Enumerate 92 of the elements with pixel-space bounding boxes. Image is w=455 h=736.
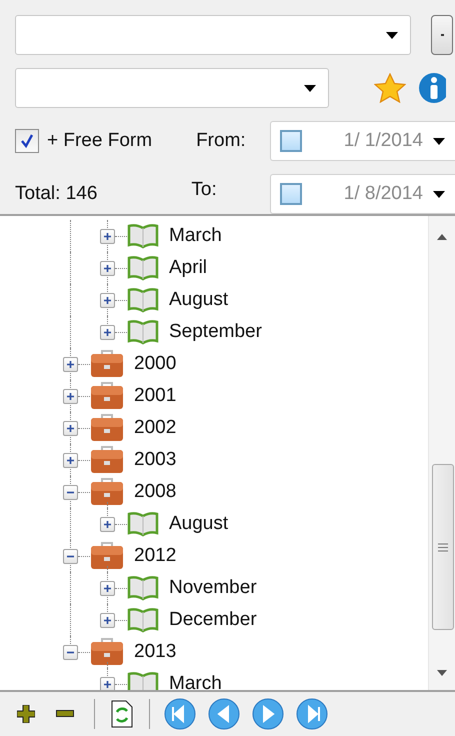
- tree-node-label[interactable]: 2002: [134, 417, 176, 439]
- dropdown-caret-icon: [433, 190, 445, 198]
- previous-icon: [208, 698, 240, 730]
- book-icon: [127, 607, 159, 633]
- tree-node-label[interactable]: September: [169, 321, 262, 343]
- expand-toggle[interactable]: [100, 325, 115, 340]
- expand-toggle[interactable]: [63, 421, 78, 436]
- dropdown-caret-icon: [433, 138, 445, 144]
- scroll-up-icon[interactable]: [437, 234, 447, 240]
- checkmark-icon: [19, 133, 35, 149]
- plus-icon: [103, 616, 112, 625]
- refresh-button[interactable]: [109, 698, 135, 730]
- plus-icon: [66, 392, 75, 401]
- tree-node-label[interactable]: 2000: [134, 353, 176, 375]
- collapse-toggle[interactable]: [63, 549, 78, 564]
- last-button[interactable]: [296, 698, 328, 730]
- expand-toggle[interactable]: [100, 613, 115, 628]
- expand-toggle[interactable]: [63, 389, 78, 404]
- briefcase-icon: [90, 478, 124, 506]
- dropdown-caret-icon: [386, 32, 398, 38]
- plus-icon: [103, 264, 112, 273]
- dropdown-field[interactable]: [15, 15, 411, 55]
- plus-icon: [103, 296, 112, 305]
- briefcase-icon: [90, 446, 124, 474]
- previous-button[interactable]: [208, 698, 240, 730]
- tree-node-label[interactable]: November: [169, 577, 257, 599]
- grip-icon: [438, 542, 448, 552]
- plus-icon: [66, 424, 75, 433]
- expand-toggle[interactable]: [100, 261, 115, 276]
- book-icon: [127, 223, 159, 249]
- book-icon: [127, 575, 159, 601]
- dropdown-caret-icon: [304, 84, 316, 92]
- date-checkbox[interactable]: [280, 130, 302, 152]
- briefcase-icon: [90, 414, 124, 442]
- book-icon: [127, 255, 159, 281]
- small-button[interactable]: [431, 15, 453, 55]
- tree-node-label[interactable]: August: [169, 289, 228, 311]
- first-button[interactable]: [164, 698, 196, 730]
- last-icon: [296, 698, 328, 730]
- date-value: 1/ 8/2014: [342, 183, 423, 205]
- book-icon: [127, 511, 159, 537]
- tree-node-label[interactable]: August: [169, 513, 228, 535]
- tree-node-label[interactable]: March: [169, 673, 222, 690]
- briefcase-icon: [90, 382, 124, 410]
- minus-icon: [56, 710, 74, 718]
- refresh-document-icon: [111, 700, 133, 728]
- from-label: From:: [196, 130, 246, 152]
- tree-node-label[interactable]: April: [169, 257, 208, 279]
- collapse-toggle[interactable]: [63, 645, 78, 660]
- tree-node-label[interactable]: 2008: [134, 481, 176, 503]
- book-icon: [127, 671, 159, 690]
- expand-toggle[interactable]: [63, 357, 78, 372]
- briefcase-icon: [90, 350, 124, 378]
- plus-icon: [103, 328, 112, 337]
- date-value: 1/ 1/2014: [342, 130, 423, 152]
- expand-toggle[interactable]: [100, 229, 115, 244]
- book-icon: [127, 287, 159, 313]
- collapse-toggle[interactable]: [63, 485, 78, 500]
- checkbox[interactable]: [15, 129, 39, 153]
- tree-node-label[interactable]: March: [169, 225, 222, 247]
- plus-icon: [66, 456, 75, 465]
- plus-icon: [103, 680, 112, 689]
- tree-node-label[interactable]: December: [169, 609, 257, 631]
- tree-node-label[interactable]: 2001: [134, 385, 176, 407]
- plus-icon: [17, 705, 35, 723]
- dropdown-field[interactable]: [15, 68, 329, 108]
- plus-icon: [103, 232, 112, 241]
- next-icon: [252, 698, 284, 730]
- scrollbar[interactable]: [428, 216, 455, 690]
- plus-icon: [103, 520, 112, 529]
- plus-icon: [66, 360, 75, 369]
- tree-node-label[interactable]: 2003: [134, 449, 176, 471]
- briefcase-icon: [90, 638, 124, 666]
- expand-toggle[interactable]: [100, 517, 115, 532]
- tree-node-label[interactable]: 2012: [134, 545, 176, 567]
- info-icon[interactable]: [418, 72, 446, 104]
- briefcase-icon: [90, 542, 124, 570]
- expand-toggle[interactable]: [63, 453, 78, 468]
- first-icon: [164, 698, 196, 730]
- expand-toggle[interactable]: [100, 677, 115, 690]
- scroll-down-icon[interactable]: [437, 670, 447, 676]
- checkbox-label[interactable]: + Free Form: [47, 130, 152, 152]
- book-icon: [127, 319, 159, 345]
- expand-toggle[interactable]: [100, 293, 115, 308]
- to-label: To:: [191, 179, 217, 201]
- star-icon[interactable]: [374, 73, 406, 103]
- date-checkbox[interactable]: [280, 183, 302, 205]
- tree-node-label[interactable]: 2013: [134, 641, 176, 663]
- next-button[interactable]: [252, 698, 284, 730]
- total-count: Total: 146: [15, 183, 98, 205]
- expand-toggle[interactable]: [100, 581, 115, 596]
- plus-icon: [103, 584, 112, 593]
